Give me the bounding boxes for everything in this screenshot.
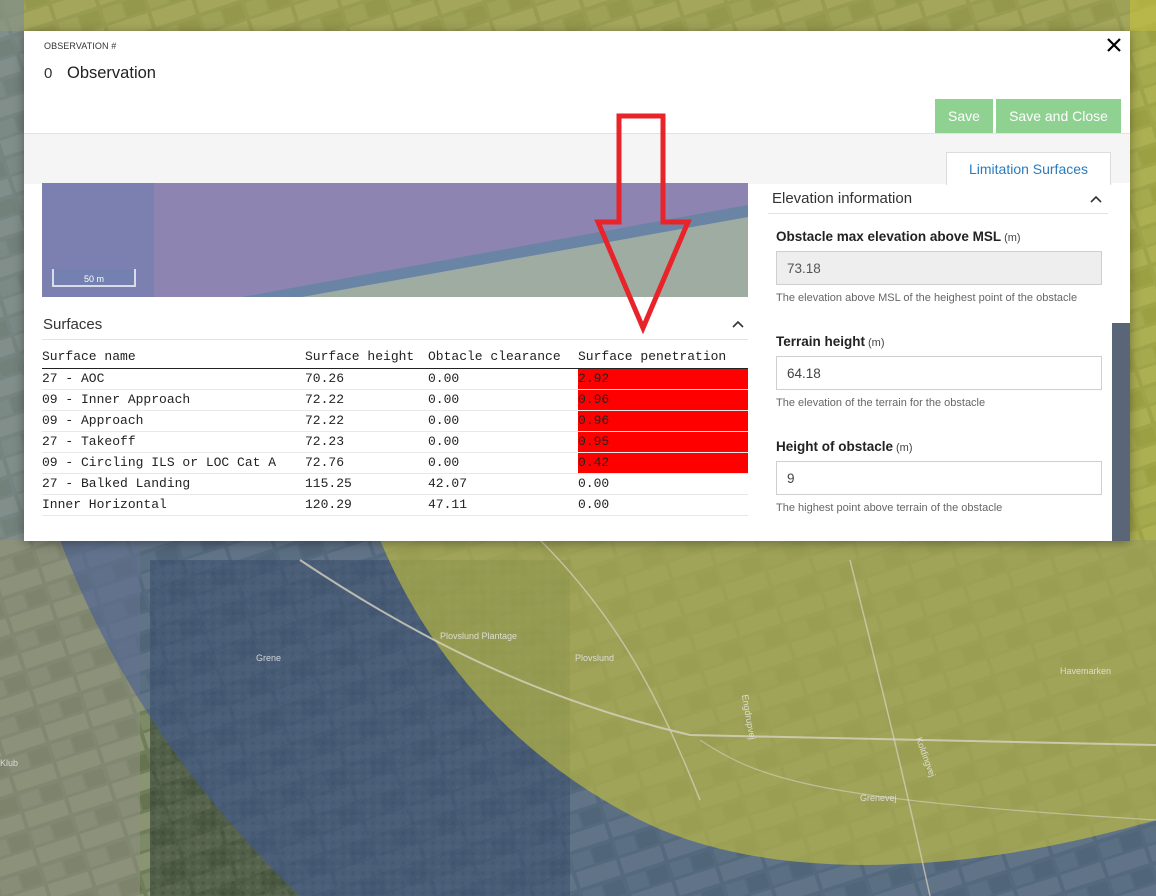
max-elevation-label-text: Obstacle max elevation above MSL bbox=[776, 229, 1002, 244]
table-row: 27 - AOC 70.26 0.00 2.92 bbox=[42, 368, 748, 390]
map-label-klub: Klub bbox=[0, 758, 19, 768]
scrollbar-thumb[interactable] bbox=[1112, 323, 1130, 541]
obstacle-height-field[interactable] bbox=[776, 461, 1102, 495]
observation-number: 0 bbox=[44, 65, 53, 82]
chevron-up-icon[interactable] bbox=[731, 319, 745, 329]
observation-header: 0 Observation bbox=[44, 64, 156, 83]
cell-obstacle-clearance: 0.00 bbox=[428, 431, 578, 453]
elevation-title: Elevation information bbox=[772, 190, 913, 207]
surface-map-preview[interactable]: 50 m bbox=[42, 183, 748, 297]
close-icon bbox=[1107, 38, 1121, 52]
map-label-grenevej: Grenevej bbox=[860, 793, 897, 803]
cell-surface-penetration: 0.42 bbox=[578, 452, 748, 474]
cell-obstacle-clearance: 0.00 bbox=[428, 410, 578, 432]
tab-bar: Limitation Surfaces bbox=[24, 133, 1130, 185]
cell-surface-height: 72.22 bbox=[305, 389, 428, 411]
cell-surface-penetration: 0.00 bbox=[578, 473, 748, 495]
cell-surface-name: 27 - Takeoff bbox=[42, 431, 305, 453]
table-row: 27 - Takeoff 72.23 0.00 0.95 bbox=[42, 431, 748, 453]
terrain-height-label-text: Terrain height bbox=[776, 334, 866, 349]
elevation-section-header[interactable]: Elevation information bbox=[768, 183, 1108, 214]
cell-surface-name: Inner Horizontal bbox=[42, 494, 305, 516]
surfaces-table-body: 27 - AOC 70.26 0.00 2.92 09 - Inner Appr… bbox=[42, 368, 748, 516]
table-row: 27 - Balked Landing 115.25 42.07 0.00 bbox=[42, 473, 748, 495]
cell-surface-penetration: 0.95 bbox=[578, 431, 748, 453]
map-label-plantage: Plovslund Plantage bbox=[440, 631, 518, 641]
cell-surface-penetration: 2.92 bbox=[578, 368, 748, 390]
map-scale-bar: 50 m bbox=[52, 269, 136, 287]
max-elevation-field[interactable] bbox=[776, 251, 1102, 285]
cell-surface-height: 72.22 bbox=[305, 410, 428, 432]
table-row: 09 - Inner Approach 72.22 0.00 0.96 bbox=[42, 389, 748, 411]
cell-surface-penetration: 0.96 bbox=[578, 410, 748, 432]
obstacle-height-unit: (m) bbox=[896, 442, 913, 454]
column-header-surface-height: Surface height bbox=[305, 346, 428, 369]
cell-surface-penetration: 0.96 bbox=[578, 389, 748, 411]
surfaces-table: Surface name Surface height Obtacle clea… bbox=[42, 346, 748, 516]
column-header-surface-penetration: Surface penetration bbox=[578, 346, 748, 369]
save-and-close-button[interactable]: Save and Close bbox=[996, 99, 1121, 133]
cell-surface-height: 115.25 bbox=[305, 473, 428, 495]
cell-surface-height: 120.29 bbox=[305, 494, 428, 516]
elevation-panel: Elevation information Obstacle max eleva… bbox=[768, 183, 1108, 541]
cell-obstacle-clearance: 47.11 bbox=[428, 494, 578, 516]
map-label-havemarken: Havemarken bbox=[1060, 666, 1112, 676]
cell-surface-height: 70.26 bbox=[305, 368, 428, 390]
cell-surface-name: 09 - Inner Approach bbox=[42, 389, 305, 411]
observation-number-label: OBSERVATION # bbox=[44, 41, 117, 51]
surfaces-title: Surfaces bbox=[43, 316, 103, 333]
obstacle-height-label-text: Height of obstacle bbox=[776, 439, 894, 454]
cell-obstacle-clearance: 42.07 bbox=[428, 473, 578, 495]
cell-surface-name: 27 - AOC bbox=[42, 368, 305, 390]
cell-surface-name: 27 - Balked Landing bbox=[42, 473, 305, 495]
max-elevation-help: The elevation above MSL of the heighest … bbox=[776, 292, 1078, 304]
obstacle-height-label: Height of obstacle (m) bbox=[776, 439, 913, 454]
column-header-surface-name: Surface name bbox=[42, 346, 305, 369]
table-row: Inner Horizontal 120.29 47.11 0.00 bbox=[42, 494, 748, 516]
terrain-height-help: The elevation of the terrain for the obs… bbox=[776, 397, 986, 409]
table-header-row: Surface name Surface height Obtacle clea… bbox=[42, 346, 748, 369]
max-elevation-unit: (m) bbox=[1004, 232, 1021, 244]
cell-surface-height: 72.23 bbox=[305, 431, 428, 453]
max-elevation-label: Obstacle max elevation above MSL (m) bbox=[776, 229, 1021, 244]
surfaces-section-header[interactable]: Surfaces bbox=[42, 306, 748, 340]
tab-limitation-surfaces[interactable]: Limitation Surfaces bbox=[946, 152, 1111, 185]
observation-title: Observation bbox=[67, 64, 156, 82]
cell-surface-name: 09 - Circling ILS or LOC Cat A bbox=[42, 452, 305, 474]
obstacle-height-help: The highest point above terrain of the o… bbox=[776, 502, 1003, 514]
table-row: 09 - Circling ILS or LOC Cat A 72.76 0.0… bbox=[42, 452, 748, 474]
cell-obstacle-clearance: 0.00 bbox=[428, 368, 578, 390]
column-header-obstacle-clearance: Obtacle clearance bbox=[428, 346, 578, 369]
cell-surface-penetration: 0.00 bbox=[578, 494, 748, 516]
terrain-height-label: Terrain height (m) bbox=[776, 334, 885, 349]
close-button[interactable] bbox=[1104, 35, 1124, 55]
terrain-height-field[interactable] bbox=[776, 356, 1102, 390]
cell-obstacle-clearance: 0.00 bbox=[428, 389, 578, 411]
map-label-grene: Grene bbox=[256, 653, 282, 663]
cell-surface-name: 09 - Approach bbox=[42, 410, 305, 432]
terrain-height-unit: (m) bbox=[868, 337, 885, 349]
cell-surface-height: 72.76 bbox=[305, 452, 428, 474]
surface-map-graphic bbox=[42, 183, 748, 297]
chevron-up-icon[interactable] bbox=[1089, 194, 1103, 204]
map-label-plovslund: Plovslund bbox=[575, 653, 615, 663]
cell-obstacle-clearance: 0.00 bbox=[428, 452, 578, 474]
save-button[interactable]: Save bbox=[935, 99, 993, 133]
table-row: 09 - Approach 72.22 0.00 0.96 bbox=[42, 410, 748, 432]
observation-modal: OBSERVATION # 0 Observation Save Save an… bbox=[24, 31, 1130, 541]
